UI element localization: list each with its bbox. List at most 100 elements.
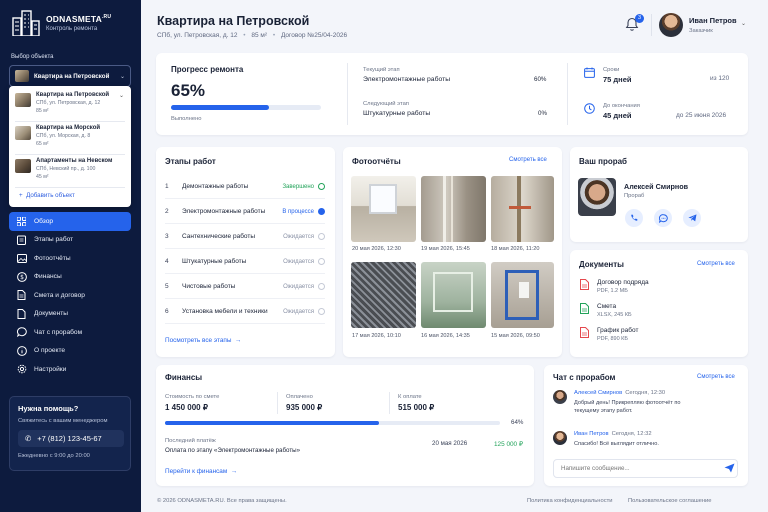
message-author: Алексей Смирнов Сегодня, 12:30 (574, 390, 694, 396)
stage-row[interactable]: 2 Электромонтажные работы В процессе (165, 200, 325, 224)
phone-icon: ✆ (25, 434, 32, 443)
photo-thumbnail[interactable] (421, 176, 486, 242)
nav-item-settings[interactable]: Настройки (9, 360, 131, 379)
stage-row[interactable]: 5 Чистовые работы Ожидается (165, 275, 325, 299)
message-button[interactable] (654, 209, 672, 227)
dropdown-option-nevsky[interactable]: Апартаменты на Невском СПб, Невский пр.,… (9, 158, 131, 180)
stage-name: Установка мебели и техники (182, 308, 268, 315)
stage-number: 4 (165, 258, 169, 265)
chevron-down-icon: ⌄ (118, 93, 124, 99)
object-dropdown: Квартира на Петровской СПб, ул. Петровск… (9, 86, 131, 207)
meta-area: 85 м² (251, 32, 268, 39)
nav-item-about[interactable]: О проекте (9, 342, 131, 361)
photo-thumbnail[interactable] (491, 262, 554, 328)
current-stage-label: Текущий этап (363, 67, 400, 73)
stage-row[interactable]: 3 Сантехнические работы Ожидается (165, 225, 325, 249)
nav-item-overview[interactable]: Обзор (9, 212, 131, 231)
status-dot-icon (318, 283, 325, 290)
photo-thumbnail[interactable] (351, 176, 416, 242)
nav-item-finance[interactable]: $ Финансы (9, 268, 131, 287)
stage-row[interactable]: 4 Штукатурные работы Ожидается (165, 250, 325, 274)
telegram-button[interactable] (683, 209, 701, 227)
chevron-down-icon[interactable]: ⌄ (741, 20, 746, 27)
progress-card (156, 53, 748, 135)
document-name: График работ (597, 327, 639, 334)
dropdown-option-petrovskaya[interactable]: Квартира на Петровской СПб, ул. Петровск… (9, 92, 131, 114)
pipe-shape (451, 176, 453, 242)
next-stage-percent: 0% (538, 110, 547, 117)
foreman-role: Прораб (624, 193, 645, 199)
nav-item-documents[interactable]: Документы (9, 305, 131, 324)
user-name[interactable]: Иван Петров (689, 16, 737, 25)
meta-address: СПб, ул. Петровская, д. 12 (157, 32, 238, 39)
document-item[interactable]: График работ PDF, 890 КБ (580, 327, 638, 342)
nav-item-photos[interactable]: Фотоотчёты (9, 249, 131, 268)
sidebar-nav: Обзор Этапы работ Фотоотчёты $ Финансы С… (9, 212, 131, 379)
document-item[interactable]: Договор подряда PDF, 1.2 МБ (580, 279, 649, 294)
option-title: Квартира на Петровской (36, 92, 110, 98)
documents-view-all-link[interactable]: Смотреть все (697, 261, 735, 267)
object-selector-value: Квартира на Петровской (34, 72, 110, 80)
nav-label: Документы (34, 310, 68, 318)
terms-link[interactable]: Пользовательское соглашение (628, 498, 712, 504)
object-thumbnail (15, 126, 31, 140)
nav-item-stages[interactable]: Этапы работ (9, 231, 131, 250)
divider (651, 14, 652, 36)
foreman-name: Алексей Смирнов (624, 182, 689, 191)
plus-icon: + (19, 192, 23, 199)
nav-item-estimate[interactable]: Смета и договор (9, 286, 131, 305)
option-area: 85 м² (36, 108, 49, 114)
separator-dot: • (241, 32, 248, 39)
object-selector[interactable]: Квартира на Петровской ⌄ (9, 65, 131, 87)
photo-thumbnail[interactable] (491, 176, 554, 242)
photo-thumbnail[interactable] (351, 262, 416, 328)
user-avatar[interactable] (659, 13, 683, 37)
phone-button[interactable]: ✆ +7 (812) 123-45-67 (18, 430, 124, 447)
stage-name: Демонтажные работы (182, 183, 249, 190)
page-meta: СПб, ул. Петровская, д. 12 • 85 м² • Дог… (157, 32, 347, 39)
dropdown-option-morskaya[interactable]: Квартира на Морской СПб, ул. Морская, д.… (9, 125, 131, 147)
photo-caption: 20 мая 2026, 12:30 (352, 246, 401, 252)
document-meta: PDF, 890 КБ (597, 336, 628, 342)
next-stage-label: Следующий этап (363, 101, 409, 107)
option-address: СПб, Невский пр., д. 100 (36, 166, 96, 172)
nav-label: Смета и договор (34, 291, 85, 299)
brand-subtitle: Контроль ремонта (46, 26, 98, 32)
object-thumbnail (15, 70, 29, 82)
message-author: Иван Петров Сегодня, 12:32 (574, 431, 694, 437)
file-icon (580, 327, 589, 338)
stage-name: Электромонтажные работы (182, 208, 266, 215)
photo-thumbnail[interactable] (421, 262, 486, 328)
stage-status: Ожидается (283, 233, 314, 240)
photo-caption: 16 мая 2026, 14:35 (421, 333, 470, 339)
chat-view-all-link[interactable]: Смотреть все (697, 374, 735, 380)
divider (277, 392, 278, 414)
nav-label: Финансы (34, 273, 62, 281)
stage-number: 3 (165, 233, 169, 240)
photos-view-all-link[interactable]: Смотреть все (509, 157, 547, 163)
check-circle-icon (318, 183, 325, 190)
stage-name: Сантехнические работы (182, 233, 256, 240)
send-icon[interactable] (724, 463, 735, 473)
nav-label: О проекте (34, 347, 66, 355)
status-dot-icon (318, 208, 325, 215)
call-button[interactable] (625, 209, 643, 227)
go-to-finance-link[interactable]: Перейти к финансам → (165, 468, 237, 475)
stage-row[interactable]: 1 Демонтажные работы Завершено (165, 175, 325, 199)
chat-message: Алексей Смирнов Сегодня, 12:30 Добрый ден… (553, 390, 694, 415)
nav-item-chat[interactable]: Чат с прорабом (9, 323, 131, 342)
document-item[interactable]: Смета XLSX, 245 КБ (580, 303, 632, 318)
view-all-stages-link[interactable]: Посмотреть все этапы → (165, 337, 241, 344)
option-area: 45 м² (36, 174, 49, 180)
footer-copyright: © 2026 ODNASMETA.RU. Все права защищены. (157, 498, 287, 504)
stage-row[interactable]: 6 Установка мебели и техники Ожидается (165, 300, 325, 324)
foreman-photo (578, 178, 616, 216)
nav-label: Обзор (34, 217, 54, 225)
privacy-link[interactable]: Политика конфиденциальности (527, 498, 613, 504)
brand[interactable]: ODNASMETA.RU Контроль ремонта (11, 10, 111, 36)
arrow-right-icon: → (235, 337, 242, 344)
photo-caption: 15 мая 2026, 09:50 (491, 333, 540, 339)
message-time: Сегодня, 12:32 (611, 431, 652, 437)
chat-message-input[interactable] (553, 459, 738, 478)
add-object-button[interactable]: + Добавить объект (19, 192, 75, 199)
